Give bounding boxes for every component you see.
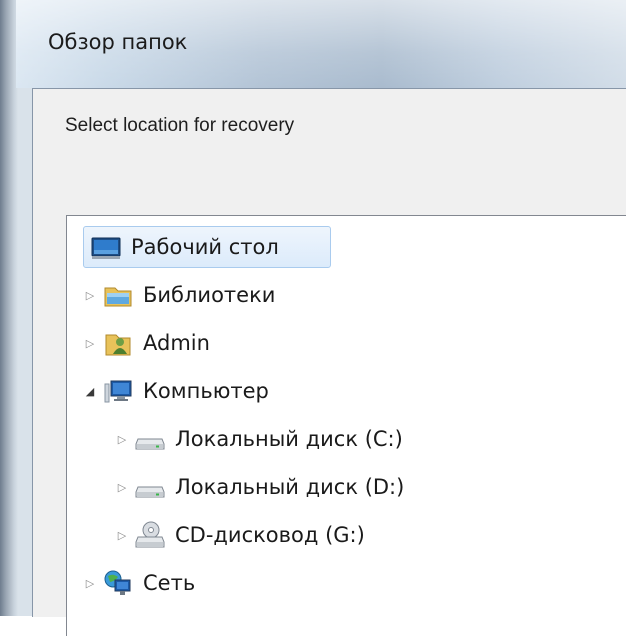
window-title: Обзор папок [48, 30, 188, 54]
expand-arrow-icon[interactable]: ▷ [115, 432, 129, 446]
title-bar[interactable]: Обзор папок [16, 0, 626, 88]
tree-item-label: Локальный диск (D:) [175, 475, 405, 499]
expand-arrow-icon[interactable]: ▷ [115, 528, 129, 542]
tree-item-label: Сеть [143, 571, 196, 595]
tree-item-label: CD-дисковод (G:) [175, 523, 365, 547]
tree-item-label: Библиотеки [143, 283, 276, 307]
computer-icon [103, 376, 133, 406]
tree-item-label: Локальный диск (C:) [175, 427, 403, 451]
libraries-folder-icon [103, 280, 133, 310]
tree-item-cd-g[interactable]: ▷ CD-дисковод (G:) [115, 512, 365, 558]
user-folder-icon [103, 328, 133, 358]
tree-item-desktop[interactable]: Рабочий стол [83, 224, 331, 270]
dialog-prompt: Select location for recovery [65, 115, 295, 136]
network-icon [103, 568, 133, 598]
expand-arrow-icon[interactable]: ▷ [83, 576, 97, 590]
expand-arrow-icon[interactable]: ▷ [83, 288, 97, 302]
tree-item-libraries[interactable]: ▷ Библиотеки [83, 272, 276, 318]
tree-item-label: Компьютер [143, 379, 269, 403]
folder-tree[interactable]: Рабочий стол ▷ Библиотеки ▷ Admin ◢ Комп… [66, 215, 626, 636]
cd-drive-icon [135, 520, 165, 550]
tree-item-network[interactable]: ▷ Сеть [83, 560, 195, 606]
tree-item-label: Admin [143, 331, 210, 355]
hard-drive-icon [135, 424, 165, 454]
tree-item-label: Рабочий стол [131, 235, 279, 259]
dialog-body: Select location for recovery Рабочий сто… [32, 88, 626, 636]
tree-item-computer[interactable]: ◢ Компьютер [83, 368, 269, 414]
expand-arrow-icon[interactable]: ▷ [83, 336, 97, 350]
collapse-arrow-icon[interactable]: ◢ [83, 384, 97, 398]
expand-arrow-icon[interactable]: ▷ [115, 480, 129, 494]
tree-item-admin[interactable]: ▷ Admin [83, 320, 210, 366]
tree-item-disk-c[interactable]: ▷ Локальный диск (C:) [115, 416, 403, 462]
tree-item-disk-d[interactable]: ▷ Локальный диск (D:) [115, 464, 405, 510]
desktop-icon [91, 232, 121, 262]
hard-drive-icon [135, 472, 165, 502]
browse-folders-dialog: Обзор папок Select location for recovery… [0, 0, 626, 636]
